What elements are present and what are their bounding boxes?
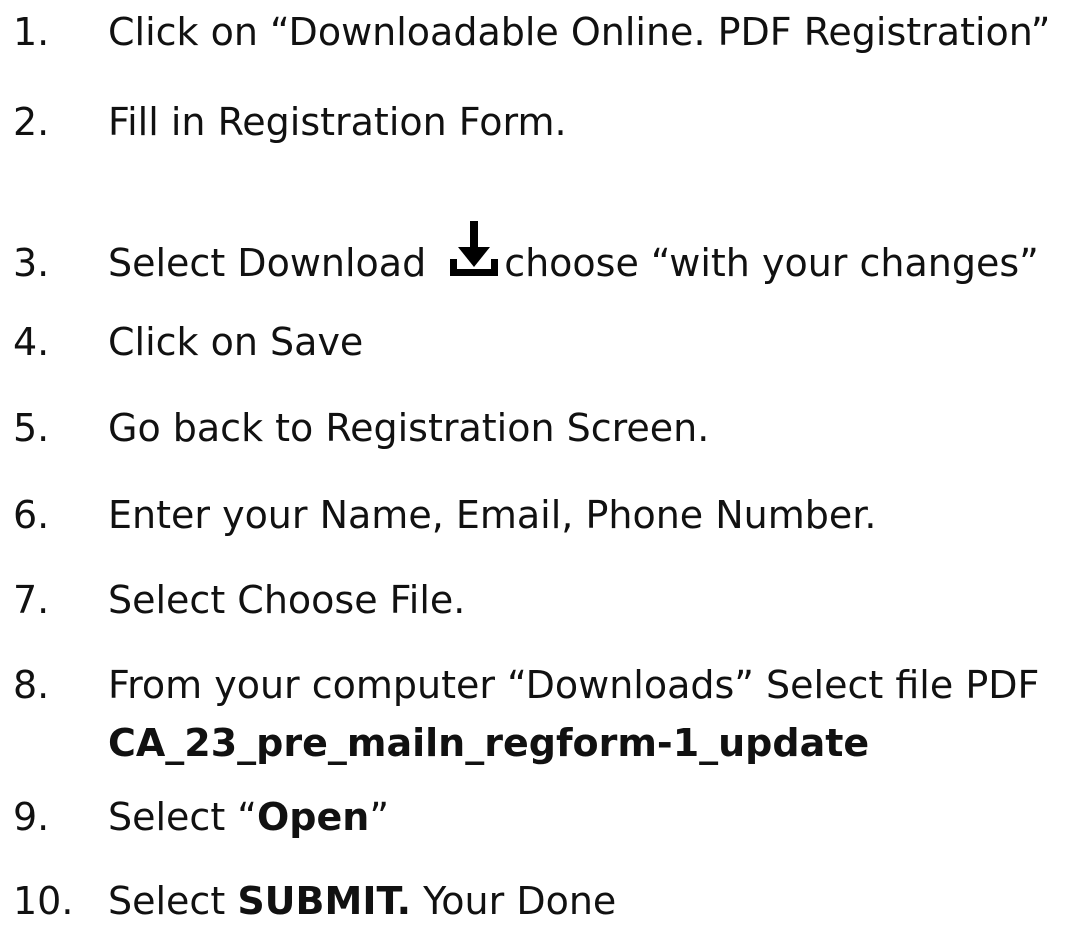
step-2: 2. Fill in Registration Form. [0, 90, 1079, 154]
step-9: 9. Select “Open” [0, 785, 1079, 849]
step-number: 6. [13, 493, 50, 537]
step-text: Select Choose File. [108, 578, 466, 622]
step-text-before: Select [108, 879, 238, 923]
step-4: 4. Click on Save [0, 310, 1079, 374]
step-text-after: Your Done [411, 879, 617, 923]
step-text-after: choose “with your changes” [504, 241, 1039, 285]
step-text-before: Select Download [108, 241, 427, 285]
step-text: Go back to Registration Screen. [108, 406, 710, 450]
instruction-list: 1. Click on “Downloadable Online. PDF Re… [0, 0, 1079, 928]
step-7: 7. Select Choose File. [0, 568, 1079, 632]
step-text: Fill in Registration Form. [108, 100, 567, 144]
step-text: Select Download choose “with your changes… [108, 221, 1039, 295]
step-number: 1. [13, 10, 50, 54]
step-text: Click on “Downloadable Online. PDF Regis… [108, 10, 1051, 54]
step-text: Click on Save [108, 320, 364, 364]
step-8: 8. From your computer “Downloads” Select… [0, 653, 1079, 717]
step-number: 2. [13, 100, 50, 144]
step-text: From your computer “Downloads” Select fi… [108, 663, 1040, 707]
step-text-bold: Open [257, 795, 370, 839]
step-text-before: Select “ [108, 795, 257, 839]
step-number: 10. [13, 879, 74, 923]
step-number: 7. [13, 578, 50, 622]
step-8-filename-row: CA_23_pre_mailn_regform-1_update [0, 711, 1079, 775]
step-text-bold: SUBMIT. [237, 879, 412, 923]
step-number: 3. [13, 241, 50, 285]
step-5: 5. Go back to Registration Screen. [0, 396, 1079, 460]
step-3: 3. Select Download choose “with your chan… [0, 221, 1079, 295]
step-1: 1. Click on “Downloadable Online. PDF Re… [0, 0, 1079, 64]
step-number: 9. [13, 795, 50, 839]
step-number: 8. [13, 663, 50, 707]
step-number: 4. [13, 320, 50, 364]
step-text: Enter your Name, Email, Phone Number. [108, 493, 877, 537]
step-6: 6. Enter your Name, Email, Phone Number. [0, 483, 1079, 547]
step-text: Select SUBMIT. Your Done [108, 869, 616, 933]
download-icon [448, 221, 500, 295]
step-text: Select “Open” [108, 785, 389, 849]
step-text-after: ” [369, 795, 390, 839]
step-filename: CA_23_pre_mailn_regform-1_update [108, 721, 870, 765]
step-number: 5. [13, 406, 50, 450]
step-10: 10. Select SUBMIT. Your Done [0, 869, 1079, 933]
